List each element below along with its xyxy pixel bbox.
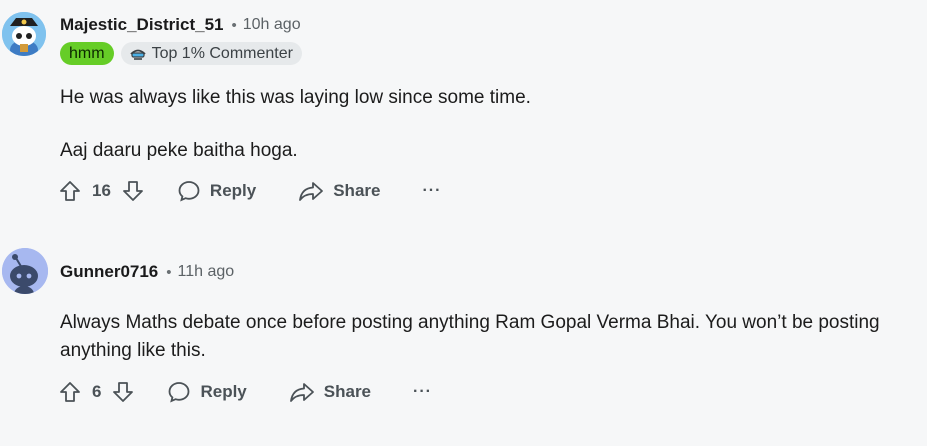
share-label: Share bbox=[323, 382, 372, 401]
comment-actions: 6 Reply Share ··· bbox=[58, 380, 432, 404]
share-icon bbox=[289, 383, 314, 402]
downvote-icon[interactable] bbox=[111, 380, 135, 404]
username-link[interactable]: Gunner0716 bbox=[60, 262, 158, 282]
comment-2: Gunner0716 • 11h ago Always Maths debate… bbox=[0, 0, 927, 446]
upvote-icon[interactable] bbox=[58, 380, 82, 404]
timestamp[interactable]: 11h ago bbox=[178, 263, 235, 281]
share-button[interactable]: Share bbox=[289, 380, 371, 404]
snoo-avatar-default-icon[interactable] bbox=[2, 248, 48, 294]
reply-icon bbox=[169, 382, 190, 403]
reply-button[interactable]: Reply bbox=[167, 380, 247, 404]
comment-header: Gunner0716 • 11h ago bbox=[60, 262, 234, 282]
vote-count: 6 bbox=[92, 382, 102, 401]
comment-paragraph: Always Maths debate once before posting … bbox=[60, 312, 880, 361]
reply-label: Reply bbox=[200, 382, 247, 401]
separator-dot: • bbox=[166, 263, 172, 281]
more-options-icon[interactable]: ··· bbox=[413, 383, 432, 401]
